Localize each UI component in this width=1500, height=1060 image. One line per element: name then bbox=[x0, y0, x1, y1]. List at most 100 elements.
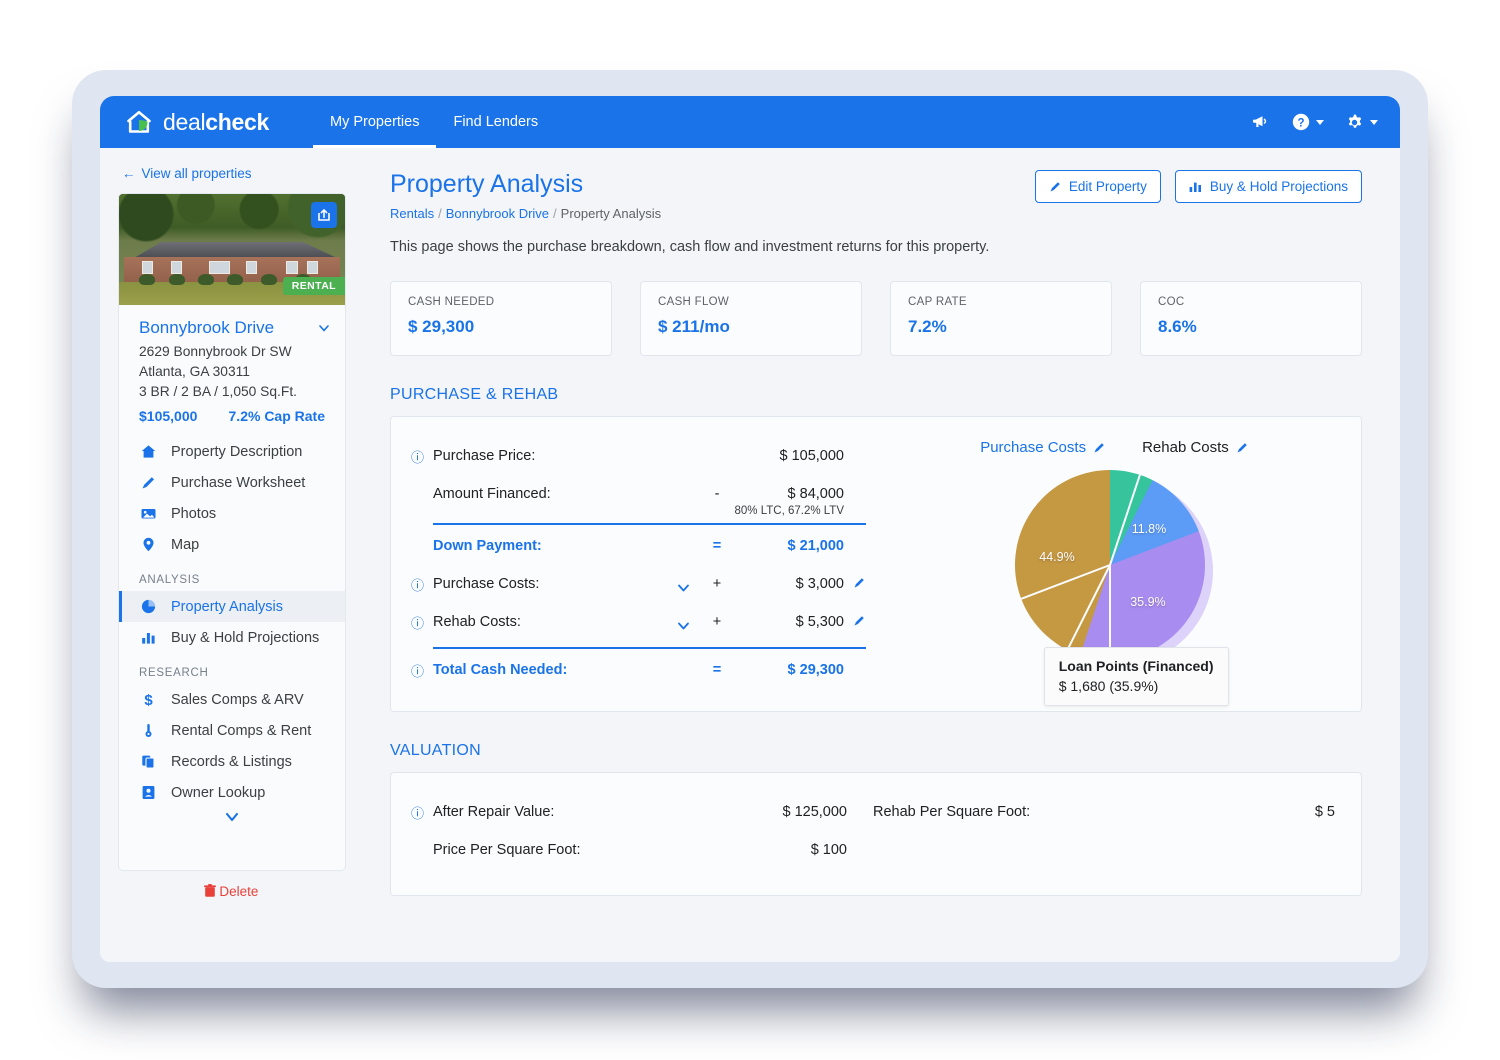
sidebar-item-map[interactable]: Map bbox=[119, 529, 345, 560]
pie-slice-label-purple: 35.9% bbox=[1130, 594, 1166, 609]
property-title-row: Bonnybrook Drive bbox=[119, 305, 345, 338]
sidebar-item-label: Photos bbox=[171, 505, 217, 522]
photo-window bbox=[209, 260, 230, 274]
valuation-cell-price-per-sqft: Price Per Square Foot: $ 100 bbox=[411, 842, 873, 858]
property-sidebar: ← View all properties RENTAL Bonnybrook … bbox=[100, 148, 362, 962]
table-divider-1 bbox=[433, 523, 866, 525]
sidebar-item-sales-comps-arv[interactable]: $ Sales Comps & ARV bbox=[119, 684, 345, 715]
expand-purchase-costs-chevron-down-icon[interactable] bbox=[666, 573, 700, 596]
row-label: Purchase Price: bbox=[433, 448, 536, 464]
chart-tab-purchase-costs[interactable]: Purchase Costs bbox=[980, 439, 1106, 456]
sidebar-item-records-listings[interactable]: Records & Listings bbox=[119, 746, 345, 777]
sidebar-item-label: Purchase Worksheet bbox=[171, 474, 306, 491]
delete-property-button[interactable]: Delete bbox=[100, 871, 362, 899]
help-icon[interactable]: ⓘ bbox=[411, 575, 433, 594]
pie-tooltip: Loan Points (Financed) $ 1,680 (35.9%) bbox=[1043, 647, 1229, 706]
announcements-button[interactable] bbox=[1251, 112, 1271, 132]
page-header: Property Analysis Rentals / Bonnybrook Dri… bbox=[390, 170, 1362, 221]
row-label: After Repair Value: bbox=[433, 804, 555, 820]
property-title[interactable]: Bonnybrook Drive bbox=[139, 318, 274, 338]
help-menu-button[interactable]: ? bbox=[1291, 112, 1324, 132]
row-value: $ 5,300 bbox=[795, 614, 844, 630]
header-actions: Edit Property Buy & Hold Projections bbox=[1034, 170, 1362, 203]
sidebar-item-purchase-worksheet[interactable]: Purchase Worksheet bbox=[119, 467, 345, 498]
breadcrumb-rentals[interactable]: Rentals bbox=[390, 206, 434, 221]
address-line-1: 2629 Bonnybrook Dr SW bbox=[139, 344, 292, 359]
breadcrumb: Rentals / Bonnybrook Drive / Property Analys… bbox=[390, 206, 661, 221]
page-intro-text: This page shows the purchase breakdown, … bbox=[390, 239, 990, 255]
row-operator: = bbox=[712, 662, 722, 678]
dollar-icon: $ bbox=[139, 691, 157, 708]
svg-text:$: $ bbox=[144, 692, 153, 708]
chart-tab-rehab-costs[interactable]: Rehab Costs bbox=[1142, 439, 1249, 456]
pie-body[interactable] bbox=[1014, 470, 1205, 660]
sidebar-item-label: Rental Comps & Rent bbox=[171, 722, 312, 739]
share-property-button[interactable] bbox=[311, 202, 337, 228]
sidebar-item-buy-hold-projections[interactable]: Buy & Hold Projections bbox=[119, 622, 345, 653]
back-arrow-icon: ← bbox=[122, 166, 136, 181]
kpi-value: 8.6% bbox=[1158, 317, 1197, 336]
help-icon[interactable]: ⓘ bbox=[411, 447, 433, 466]
kpi-card-cash-flow: CASH FLOW $ 211/mo bbox=[640, 281, 862, 356]
row-value: $ 21,000 bbox=[787, 538, 844, 554]
nav-tab-find-lenders[interactable]: Find Lenders bbox=[436, 96, 555, 148]
pencil-icon[interactable] bbox=[1093, 441, 1106, 454]
breadcrumb-separator: / bbox=[438, 206, 442, 221]
sidebar-item-rental-comps-rent[interactable]: Rental Comps & Rent bbox=[119, 715, 345, 746]
help-icon[interactable]: ⓘ bbox=[411, 661, 433, 680]
chevron-down-icon bbox=[1370, 119, 1378, 125]
photo-bush bbox=[168, 273, 185, 285]
edit-property-label: Edit Property bbox=[1068, 179, 1147, 194]
edit-property-button[interactable]: Edit Property bbox=[1034, 170, 1161, 203]
sidebar-item-property-analysis[interactable]: Property Analysis bbox=[119, 591, 345, 622]
purchase-costs-pie-chart[interactable]: 11.8% 35.9% 44.9% Loan Points (Financed)… bbox=[1014, 470, 1229, 706]
nav-tab-my-properties[interactable]: My Properties bbox=[313, 96, 437, 148]
device-frame: dealcheck My Properties Find Lenders ? ←… bbox=[72, 70, 1428, 988]
help-icon[interactable]: ⓘ bbox=[411, 613, 433, 632]
table-row-valuation-1: ⓘ After Repair Value: $ 125,000 Rehab Pe… bbox=[411, 793, 1335, 831]
kpi-label: COC bbox=[1158, 296, 1185, 308]
row-value: $ 125,000 bbox=[782, 804, 847, 820]
row-operator: = bbox=[712, 538, 722, 554]
property-card: RENTAL Bonnybrook Drive 2629 Bonnybrook … bbox=[118, 193, 346, 871]
edit-purchase-costs-pencil-icon[interactable] bbox=[844, 576, 866, 592]
page-title: Property Analysis bbox=[390, 170, 584, 198]
photo-bush bbox=[198, 273, 214, 285]
brand-text: dealcheck bbox=[163, 109, 269, 136]
purchase-rehab-section-title: PURCHASE & REHAB bbox=[390, 386, 559, 403]
page-header-text: Property Analysis Rentals / Bonnybrook Dri… bbox=[390, 170, 661, 221]
brand-light: deal bbox=[163, 108, 206, 135]
brand-bold: check bbox=[205, 108, 270, 135]
trash-icon bbox=[203, 884, 216, 898]
sidebar-expand-more-button[interactable] bbox=[119, 808, 345, 828]
help-icon[interactable]: ⓘ bbox=[411, 803, 433, 822]
buy-hold-projections-label: Buy & Hold Projections bbox=[1209, 179, 1348, 194]
breadcrumb-property[interactable]: Bonnybrook Drive bbox=[446, 206, 549, 221]
buy-hold-projections-button[interactable]: Buy & Hold Projections bbox=[1174, 170, 1362, 203]
kpi-value: $ 29,300 bbox=[408, 317, 475, 336]
pencil-icon[interactable] bbox=[1236, 441, 1249, 454]
row-operator: + bbox=[712, 576, 722, 592]
photo-window bbox=[245, 260, 257, 274]
photo-window bbox=[170, 260, 183, 274]
sidebar-item-photos[interactable]: Photos bbox=[119, 498, 345, 529]
sidebar-item-label: Records & Listings bbox=[171, 753, 292, 770]
property-photo[interactable]: RENTAL bbox=[119, 194, 345, 305]
sidebar-item-property-description[interactable]: Property Description bbox=[119, 436, 345, 467]
kpi-label: CASH FLOW bbox=[658, 296, 730, 308]
photo-window bbox=[286, 260, 298, 274]
expand-rehab-costs-chevron-down-icon[interactable] bbox=[666, 611, 700, 634]
edit-rehab-costs-pencil-icon[interactable] bbox=[844, 614, 866, 630]
settings-menu-button[interactable] bbox=[1344, 112, 1378, 133]
table-row-total-cash-needed: ⓘ Total Cash Needed: = $ 29,300 bbox=[411, 651, 866, 689]
table-row-purchase-costs: ⓘ Purchase Costs: + $ 3,000 bbox=[411, 565, 866, 603]
row-label: Down Payment: bbox=[433, 538, 542, 554]
row-label: Price Per Square Foot: bbox=[433, 842, 581, 858]
pie-slice-divider bbox=[1020, 564, 1110, 600]
view-all-properties-link[interactable]: ← View all properties bbox=[100, 166, 362, 193]
contact-card-icon bbox=[139, 784, 157, 801]
sidebar-item-owner-lookup[interactable]: Owner Lookup bbox=[119, 777, 345, 808]
property-menu-chevron-down-icon[interactable] bbox=[317, 321, 331, 335]
row-value: $ 100 bbox=[810, 842, 847, 858]
dealcheck-logo[interactable]: dealcheck bbox=[124, 107, 269, 137]
